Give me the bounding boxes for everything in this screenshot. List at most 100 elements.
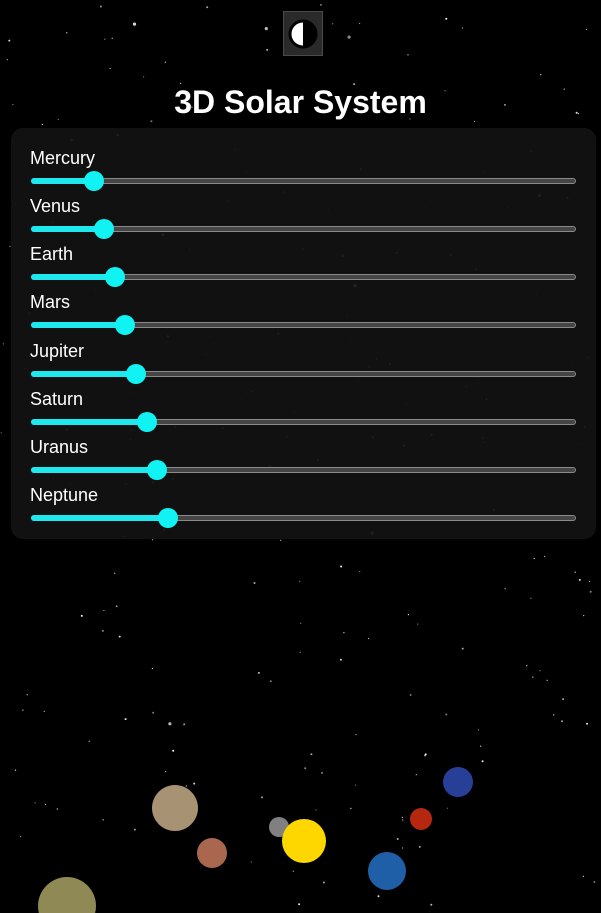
star [401, 816, 403, 819]
star [299, 580, 301, 582]
star [332, 23, 334, 25]
control-venus: Venus [30, 196, 577, 240]
planet-earth[interactable] [368, 852, 406, 890]
star [582, 875, 585, 877]
star [264, 27, 268, 31]
star [526, 665, 528, 667]
star [193, 782, 196, 785]
star [118, 635, 121, 638]
star [402, 819, 404, 821]
star [41, 123, 43, 125]
slider-fill [31, 371, 136, 377]
star [350, 807, 352, 810]
planet-speed-panel: Mercury Venus Earth Mars Jupiter Saturn … [11, 128, 596, 539]
star [377, 895, 380, 898]
star [343, 632, 345, 634]
star [407, 54, 409, 56]
star [101, 629, 104, 632]
star [109, 67, 111, 70]
slider-thumb[interactable] [94, 219, 115, 239]
planet-label-venus: Venus [30, 196, 81, 216]
star [430, 903, 433, 906]
star [292, 870, 294, 872]
slider-thumb[interactable] [158, 508, 179, 528]
slider-uranus[interactable] [31, 460, 576, 480]
star [310, 753, 313, 756]
slider-venus[interactable] [31, 219, 576, 239]
slider-jupiter[interactable] [31, 364, 576, 384]
control-jupiter: Jupiter [30, 341, 577, 385]
star [8, 39, 11, 42]
star [539, 670, 541, 672]
theme-toggle-button[interactable] [283, 11, 323, 56]
sun[interactable] [282, 819, 326, 863]
star [574, 571, 576, 573]
star [261, 796, 263, 799]
slider-fill [31, 419, 146, 425]
slider-thumb[interactable] [147, 460, 168, 480]
star [300, 622, 302, 624]
star [532, 676, 534, 678]
star [253, 582, 256, 584]
star [22, 709, 24, 711]
star [111, 37, 113, 39]
star [43, 710, 45, 713]
planet-label-saturn: Saturn [30, 389, 84, 409]
star [544, 555, 546, 558]
contrast-icon [288, 19, 318, 48]
star [124, 718, 127, 721]
star [583, 615, 585, 617]
slider-thumb[interactable] [126, 364, 147, 384]
star [257, 671, 260, 674]
star [151, 667, 153, 670]
star [88, 740, 90, 742]
star [445, 713, 448, 716]
control-mercury: Mercury [30, 148, 577, 192]
star [103, 609, 105, 612]
star [446, 807, 449, 809]
control-mars: Mars [30, 292, 577, 336]
slider-thumb[interactable] [136, 412, 157, 432]
star [250, 861, 252, 863]
star [418, 845, 421, 848]
star [266, 48, 269, 51]
planet-mars[interactable] [410, 808, 432, 830]
star [540, 74, 542, 76]
star [586, 722, 588, 725]
slider-mars[interactable] [31, 315, 576, 335]
planet-uranus[interactable] [443, 767, 473, 797]
slider-thumb[interactable] [105, 267, 126, 287]
star [321, 771, 323, 774]
star [461, 647, 464, 650]
star [355, 734, 357, 736]
slider-fill [31, 274, 115, 280]
star [115, 605, 118, 608]
star [299, 651, 301, 653]
planet-jupiter[interactable] [152, 785, 198, 831]
star [589, 580, 591, 583]
star [66, 32, 68, 34]
star [280, 539, 282, 541]
slider-thumb[interactable] [84, 171, 105, 191]
slider-neptune[interactable] [31, 508, 576, 528]
star [80, 614, 83, 617]
slider-thumb[interactable] [115, 315, 136, 335]
star [132, 22, 137, 26]
star [354, 784, 357, 786]
star [165, 771, 167, 773]
planet-label-mars: Mars [30, 292, 70, 312]
slider-earth[interactable] [31, 267, 576, 287]
planet-label-uranus: Uranus [30, 437, 89, 457]
star [34, 802, 36, 804]
star [56, 808, 58, 810]
star [269, 680, 272, 683]
star [102, 819, 104, 821]
slider-saturn[interactable] [31, 412, 576, 432]
planet-venus[interactable] [197, 838, 227, 868]
star [461, 27, 463, 29]
slider-fill [31, 322, 125, 328]
star [477, 729, 480, 731]
star [185, 785, 187, 787]
star [533, 557, 535, 560]
slider-mercury[interactable] [31, 171, 576, 191]
